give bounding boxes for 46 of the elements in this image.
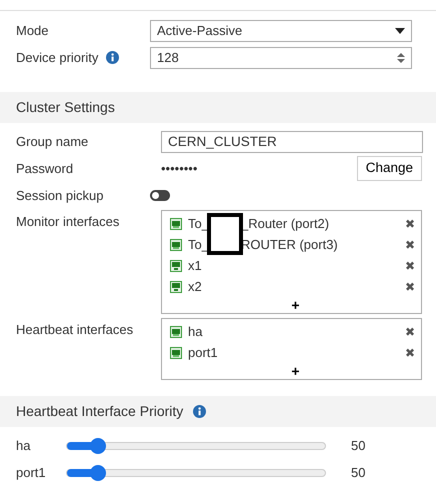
add-button[interactable]: + [291,363,300,379]
slider-thumb[interactable] [90,464,106,480]
interface-name: x1 [188,256,202,275]
info-icon[interactable] [106,51,120,64]
field-label: Password [16,160,74,178]
interface-name: _Router (port2) [240,214,330,233]
interface-name: To_ [188,236,209,254]
field-label: Monitor interfaces [16,213,120,231]
interface-name: To_ [188,214,209,233]
remove-button[interactable]: ✖ [405,326,415,338]
toggle-switch[interactable] [150,190,170,201]
field-label: Session pickup [16,186,104,205]
slider-value: 50 [351,436,366,455]
caret-icon [395,28,405,34]
slider-value: 50 [351,464,366,482]
remove-button[interactable]: ✖ [405,346,415,358]
field-label: Device priority [16,48,98,67]
slider-label: ha [16,438,30,453]
interface-name: x2 [188,278,202,296]
network-port-icon [170,326,182,338]
network-port-icon [170,238,182,250]
network-port-icon [170,260,182,272]
network-port-icon [170,346,182,358]
section-title: Heartbeat Interface Priority [16,402,184,421]
text-input[interactable]: CERN_CLUSTER [161,130,423,152]
field-label: Mode [16,22,49,40]
field-label: Heartbeat interfaces [16,321,134,339]
password-value: •••••••• [161,160,198,178]
remove-button[interactable]: ✖ [405,218,415,230]
network-port-icon [170,218,182,230]
info-icon[interactable] [193,405,206,418]
number-input[interactable]: 128 [150,46,412,68]
add-button[interactable]: + [291,297,300,313]
spinner-icon[interactable] [397,52,405,64]
mode-dropdown[interactable]: Active-Passive [150,20,412,42]
slider-thumb[interactable] [90,438,106,454]
remove-button[interactable]: ✖ [405,280,415,292]
remove-button[interactable]: ✖ [405,260,415,272]
network-port-icon [170,280,182,292]
change-button[interactable]: Change [356,156,422,181]
remove-button[interactable]: ✖ [405,238,415,250]
section-title: Cluster Settings [16,98,115,117]
interface-name: port1 [188,344,218,362]
interface-name: ha [188,322,202,341]
slider-label: port1 [16,464,46,480]
field-label: Group name [16,132,88,151]
